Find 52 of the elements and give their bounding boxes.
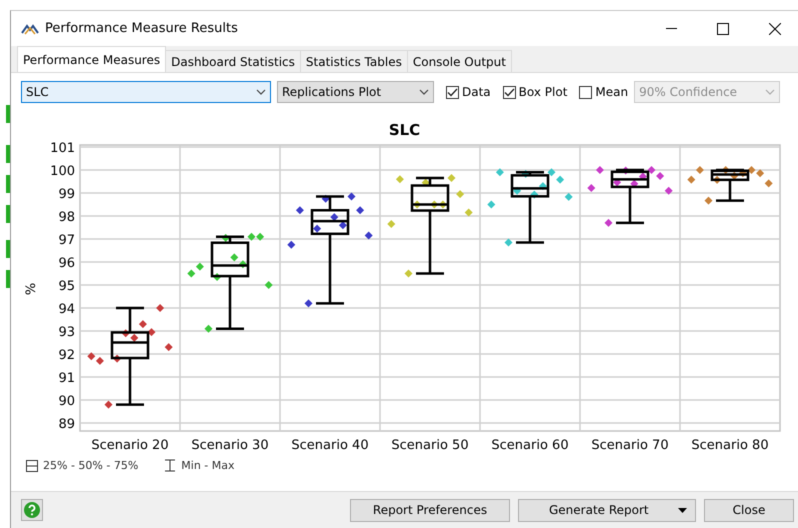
maximize-icon	[717, 22, 729, 34]
box-plot	[610, 168, 650, 224]
generate-report-button[interactable]: Generate Report	[518, 498, 696, 522]
y-tick-label: 95	[58, 279, 75, 294]
y-tick-label: 97	[58, 233, 75, 248]
legend-label: Min - Max	[181, 459, 235, 472]
plot-type-dropdown[interactable]: Replications Plot	[277, 81, 434, 103]
y-tick-label: 99	[58, 187, 75, 202]
chart-title: SLC	[388, 121, 422, 139]
y-tick-label: 94	[58, 302, 75, 317]
minimize-icon	[666, 28, 676, 29]
legend-label: 25% - 50% - 75%	[43, 459, 138, 472]
x-tick-label: Scenario 20	[91, 438, 169, 453]
tab[interactable]: Console Output	[406, 50, 512, 72]
y-tick-label: 100	[50, 164, 75, 179]
dropdown-arrow-icon	[678, 508, 687, 512]
x-tick-label: Scenario 50	[391, 438, 469, 453]
help-icon	[24, 502, 40, 518]
x-tick-label: Scenario 70	[591, 438, 669, 453]
chevron-down-icon	[419, 89, 429, 95]
x-tick-label: Scenario 60	[491, 438, 569, 453]
x-tick-label: Scenario 30	[191, 438, 269, 453]
box-plot	[710, 168, 750, 202]
y-tick-label: 101	[50, 141, 75, 156]
measure-dropdown[interactable]: SLC	[21, 81, 271, 103]
y-axis-label: %	[24, 282, 39, 296]
option-checkbox[interactable]: Data	[446, 85, 491, 99]
box-legend-icon	[26, 460, 38, 472]
app-logo-icon	[21, 22, 39, 34]
checkbox[interactable]	[502, 86, 516, 98]
y-tick-label: 93	[58, 325, 75, 340]
checkbox[interactable]	[446, 86, 459, 98]
option-checkbox[interactable]: Mean	[579, 85, 628, 99]
help-button[interactable]	[21, 499, 43, 521]
y-tick-label: 90	[58, 394, 75, 409]
close-icon	[769, 22, 781, 34]
footer-button[interactable]: Close	[704, 498, 794, 522]
tab[interactable]: Performance Measures	[17, 46, 166, 72]
window-title: Performance Measure Results	[45, 21, 239, 36]
y-tick-label: 98	[58, 210, 75, 225]
x-tick-label: Scenario 40	[291, 438, 369, 453]
y-tick-label: 92	[58, 348, 75, 363]
option-checkbox[interactable]: Box Plot	[502, 85, 568, 99]
checkbox[interactable]	[579, 86, 592, 98]
whisker-legend-icon	[164, 459, 176, 472]
y-tick-label: 96	[58, 256, 75, 271]
x-tick-label: Scenario 80	[691, 438, 769, 453]
footer-button[interactable]: Report Preferences	[350, 498, 510, 522]
y-tick-label: 91	[58, 371, 75, 386]
chevron-down-icon	[765, 89, 776, 95]
chevron-down-icon	[256, 89, 266, 95]
y-tick-label: 89	[58, 417, 75, 432]
